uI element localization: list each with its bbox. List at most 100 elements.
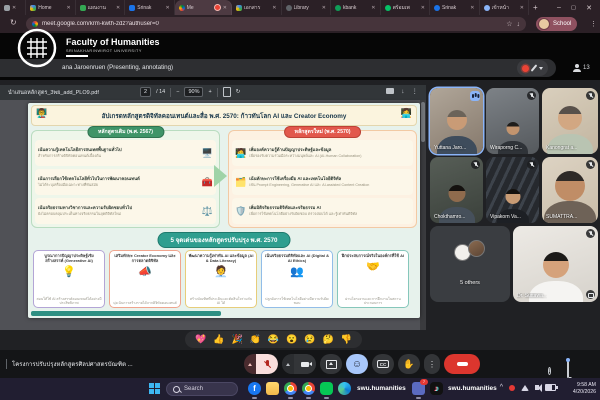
reaction-heart[interactable]: 💖: [195, 335, 206, 344]
more-options-button[interactable]: ⋮: [424, 354, 440, 374]
header-underline: [66, 55, 88, 57]
tab-close-icon[interactable]: ✕: [166, 5, 170, 11]
participant-tile[interactable]: Dr. Suttawa...: [513, 226, 598, 302]
mic-off-icon: [471, 160, 480, 169]
participant-tile[interactable]: SUMATTRA...: [542, 157, 598, 223]
present-button[interactable]: [320, 354, 342, 374]
scrollbar-thumb: [421, 102, 425, 142]
line-icon[interactable]: [320, 382, 333, 395]
fit-page-icon: [223, 87, 231, 97]
download-icon[interactable]: ↓: [517, 21, 521, 28]
reactions-button[interactable]: ☺: [346, 354, 368, 374]
tab-website[interactable]: เข้าหน้า ✕: [480, 0, 530, 15]
participant-tile[interactable]: Kanongrat a...: [542, 88, 598, 154]
tab-close-icon[interactable]: ✕: [272, 5, 276, 11]
university-name: SRINAKHARINWIROT UNIVERSITY: [66, 49, 142, 53]
reaction-think[interactable]: 🤔: [323, 335, 334, 344]
tray-overflow-icon[interactable]: ^: [500, 384, 503, 391]
mic-options-chevron[interactable]: [244, 354, 256, 374]
payment-favicon: [385, 5, 391, 11]
reactions-bar: 💖 👍 🎉 👏 😂 😮 😢 🤔 👎: [185, 331, 362, 348]
chrome-icon[interactable]: [302, 382, 315, 395]
captions-button[interactable]: CC: [372, 354, 394, 374]
picture-in-picture-icon[interactable]: [586, 290, 595, 299]
page-favicon: [4, 5, 10, 11]
close-button[interactable]: ✕: [586, 4, 592, 12]
tab-close-icon[interactable]: ✕: [67, 5, 71, 11]
tab-srinak-1[interactable]: Srinak ✕: [125, 0, 175, 15]
tab-meet-active[interactable]: Me ✕: [175, 0, 232, 15]
tiktok-icon[interactable]: ♪: [430, 382, 443, 395]
search-icon: [173, 386, 180, 393]
old-item: เน้นความรู้เทคโนโลยีสารสนเทศพื้นฐานทั่วไ…: [35, 140, 216, 166]
reaction-cry[interactable]: 😢: [304, 335, 315, 344]
tab-close-icon[interactable]: ✕: [322, 5, 326, 11]
pdf-page-total: / 14: [156, 89, 165, 95]
maximize-button[interactable]: ▢: [571, 5, 576, 11]
reaction-thumbs-up[interactable]: 👍: [213, 335, 224, 344]
tab-sheets[interactable]: แผนงาน ✕: [76, 0, 126, 15]
taskbar-clock[interactable]: 9:58 AM 4/20/2026: [573, 382, 596, 396]
annotate-pen-icon[interactable]: [531, 64, 538, 71]
reaction-thumbs-down[interactable]: 👎: [341, 335, 352, 344]
url-field[interactable]: meet.google.com/krm-kwth-zdz?authuser=0 …: [26, 17, 526, 31]
volume-icon[interactable]: [535, 385, 539, 390]
facebook-icon[interactable]: f: [248, 382, 261, 395]
recording-tray-icon[interactable]: [509, 385, 515, 391]
chevron-down-icon[interactable]: [539, 67, 543, 70]
wifi-icon[interactable]: [521, 385, 529, 391]
taskbar-window-label[interactable]: swu.humanities: [448, 385, 497, 392]
reaction-clap[interactable]: 👏: [250, 335, 261, 344]
tab-close-icon[interactable]: ✕: [223, 5, 227, 11]
edge-icon[interactable]: [338, 382, 351, 395]
search-input[interactable]: Search: [166, 382, 238, 396]
reaction-surprise[interactable]: 😮: [286, 335, 297, 344]
participant-tile[interactable]: Vipakorn Va...: [486, 157, 539, 223]
star-icon[interactable]: ☆: [506, 20, 512, 28]
new-tab-button[interactable]: +: [529, 0, 549, 15]
camera-button[interactable]: [282, 354, 316, 374]
participants-count[interactable]: 13: [572, 60, 590, 76]
pdf-zoom-level: 90%: [184, 87, 203, 97]
system-tray: ^: [500, 384, 556, 391]
taskbar-window-label[interactable]: swu.humanities: [357, 385, 406, 392]
slide-title-band: 👨‍🏫 อัปเกรดหลักสูตรดิจิทัลคอนเทนต์และสื่…: [31, 105, 417, 126]
camera-options-chevron[interactable]: [282, 354, 294, 374]
tab-docs[interactable]: เอกสาร ✕: [232, 0, 282, 15]
hand-icon: ✋: [403, 359, 414, 370]
tab-kbank[interactable]: kbank ✕: [331, 0, 381, 15]
minimize-button[interactable]: –: [557, 4, 561, 11]
start-button[interactable]: [148, 382, 161, 395]
tab-close-icon[interactable]: ✕: [470, 5, 474, 11]
pages-manager-icon[interactable]: 7: [412, 382, 425, 395]
tab-home[interactable]: Home ✕: [26, 0, 76, 15]
battery-icon[interactable]: [545, 384, 556, 391]
participant-tile[interactable]: Yuttana Jaro...: [430, 88, 483, 154]
participant-tile[interactable]: Chokthamro...: [430, 157, 483, 223]
notification-dot: [566, 358, 570, 362]
tab-promptpay[interactable]: พร้อมเพ ✕: [381, 0, 431, 15]
reaction-laugh[interactable]: 😂: [268, 335, 279, 344]
slide-footer-strip: [31, 311, 221, 316]
folder-icon[interactable]: [266, 382, 279, 395]
tab-by[interactable]: ✕: [0, 0, 26, 15]
tab-close-icon[interactable]: ✕: [520, 5, 524, 11]
tab-close-icon[interactable]: ✕: [371, 5, 375, 11]
raise-hand-button[interactable]: ✋: [398, 354, 420, 374]
participant-tile[interactable]: Wiraporng C...: [486, 88, 539, 154]
meeting-info-icon[interactable]: i: [548, 359, 551, 377]
others-tile[interactable]: 5 others: [430, 226, 510, 302]
tab-close-icon[interactable]: ✕: [12, 5, 16, 11]
tab-library[interactable]: Library ✕: [282, 0, 332, 15]
chat-icon[interactable]: [567, 360, 569, 378]
end-call-button[interactable]: [444, 354, 480, 374]
tab-close-icon[interactable]: ✕: [116, 5, 120, 11]
reload-icon[interactable]: ↻: [10, 19, 17, 27]
mic-button[interactable]: [244, 354, 278, 374]
chrome-icon[interactable]: [284, 382, 297, 395]
tab-close-icon[interactable]: ✕: [421, 5, 425, 11]
reaction-party[interactable]: 🎉: [231, 335, 242, 344]
profile-chip[interactable]: School: [536, 17, 577, 31]
browser-menu-icon[interactable]: ⋮: [590, 20, 597, 28]
tab-srinak-2[interactable]: Srinak ✕: [430, 0, 480, 15]
